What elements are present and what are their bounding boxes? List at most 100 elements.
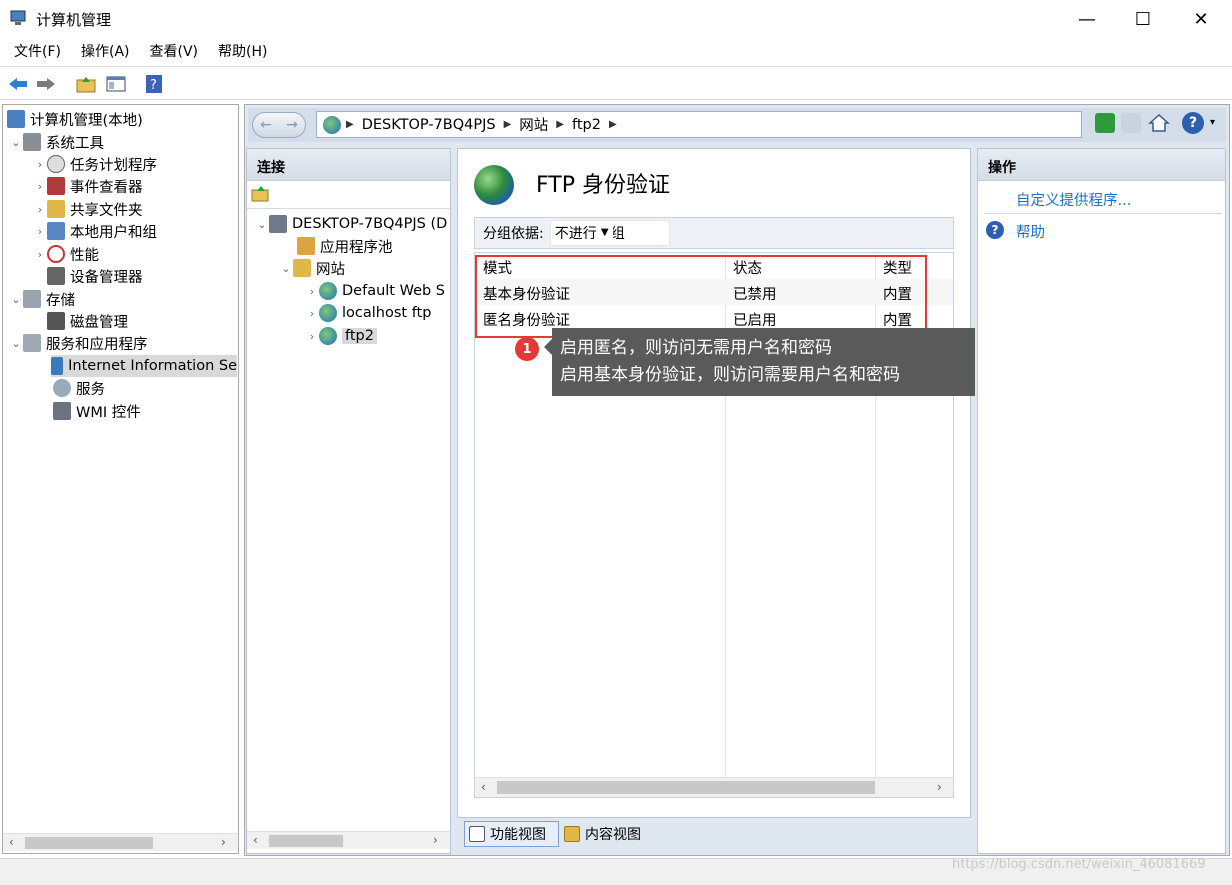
chevron-down-icon[interactable]: ⌄ — [255, 218, 269, 231]
help-icon[interactable]: ? — [1182, 112, 1204, 134]
chevron-right-icon[interactable]: › — [33, 203, 47, 216]
menu-help[interactable]: 帮助(H) — [208, 38, 277, 66]
globe-icon — [319, 282, 337, 300]
scrollbar-thumb[interactable] — [269, 835, 343, 847]
scrollbar-thumb[interactable] — [25, 837, 153, 849]
divider — [984, 213, 1222, 214]
actions-header: 操作 — [978, 149, 1225, 181]
conn-item-site-localhost-ftp[interactable]: › localhost ftp — [305, 302, 431, 324]
breadcrumb-separator-icon[interactable]: ▶ — [556, 119, 564, 130]
chevron-down-icon[interactable]: ⌄ — [9, 337, 23, 350]
horizontal-scrollbar[interactable]: ‹ › — [3, 833, 238, 851]
tools-icon — [23, 133, 41, 151]
window-title: 计算机管理 — [36, 11, 112, 29]
tab-features-view[interactable]: 功能视图 — [464, 821, 559, 847]
close-button[interactable]: ✕ — [1172, 0, 1230, 38]
tree-item-disk-management[interactable]: 磁盘管理 — [47, 310, 128, 332]
home-icon[interactable] — [1148, 112, 1170, 134]
scroll-left-icon[interactable]: ‹ — [253, 833, 258, 847]
disk-icon — [47, 312, 65, 330]
conn-item-site-ftp2[interactable]: › ftp2 — [305, 325, 377, 347]
scroll-right-icon[interactable]: › — [937, 780, 942, 794]
custom-provider-link[interactable]: 自定义提供程序... — [1016, 189, 1131, 210]
help-icon[interactable]: ? — [142, 73, 166, 95]
conn-item-sites[interactable]: ⌄ 网站 — [279, 257, 345, 279]
services-apps-icon — [23, 334, 41, 352]
server-icon — [269, 215, 287, 233]
breadcrumb-separator-icon[interactable]: ▶ — [609, 119, 617, 130]
tree-item-services[interactable]: 服务 — [53, 377, 105, 399]
breadcrumb-host[interactable]: DESKTOP-7BQ4PJS — [362, 117, 496, 133]
tree-item-device-manager[interactable]: 设备管理器 — [47, 265, 143, 287]
tree-item-performance[interactable]: › 性能 — [33, 243, 99, 265]
chevron-right-icon[interactable]: › — [33, 180, 47, 193]
conn-item-app-pools[interactable]: 应用程序池 — [297, 235, 393, 257]
conn-item-host[interactable]: ⌄ DESKTOP-7BQ4PJS (D — [255, 213, 450, 235]
chevron-down-icon[interactable]: ⌄ — [9, 293, 23, 306]
chevron-down-icon[interactable]: ⌄ — [279, 262, 293, 275]
help-dropdown-icon[interactable]: ▾ — [1210, 117, 1215, 128]
tree-item-event-viewer[interactable]: › 事件查看器 — [33, 175, 143, 197]
chevron-right-icon[interactable]: › — [33, 158, 47, 171]
chevron-right-icon[interactable]: › — [305, 285, 319, 298]
chevron-right-icon[interactable]: › — [305, 307, 319, 320]
stop-icon[interactable] — [1121, 113, 1141, 133]
forward-arrow-icon[interactable] — [34, 73, 58, 95]
clock-icon — [47, 155, 65, 173]
scroll-left-icon[interactable]: ‹ — [9, 835, 14, 849]
tree-item-local-users[interactable]: › 本地用户和组 — [33, 220, 157, 242]
scroll-right-icon[interactable]: › — [221, 835, 226, 849]
tree-item-wmi[interactable]: WMI 控件 — [53, 400, 141, 422]
tree-item-task-scheduler[interactable]: › 任务计划程序 — [33, 153, 157, 175]
dropdown-arrow-icon[interactable]: ▼ — [596, 223, 613, 243]
performance-icon — [47, 245, 65, 263]
minimize-button[interactable]: — — [1058, 0, 1116, 38]
maximize-button[interactable]: ☐ — [1114, 0, 1172, 38]
horizontal-scrollbar[interactable]: ‹ › — [247, 831, 450, 849]
tree-item-services-apps[interactable]: ⌄ 服务和应用程序 — [9, 332, 148, 354]
chevron-right-icon[interactable]: › — [305, 330, 319, 343]
globe-icon — [474, 165, 514, 205]
conn-item-site-default[interactable]: › Default Web S — [305, 280, 450, 302]
show-hide-tree-icon[interactable] — [104, 73, 128, 95]
iis-icon — [51, 357, 64, 375]
storage-icon — [23, 290, 41, 308]
connect-icon[interactable] — [251, 185, 271, 205]
users-icon — [47, 222, 65, 240]
computer-management-icon — [10, 10, 28, 26]
breadcrumb-separator-icon[interactable]: ▶ — [504, 119, 512, 130]
chevron-down-icon[interactable]: ⌄ — [9, 136, 23, 149]
tree-item-iis[interactable]: Internet Information Se — [51, 355, 237, 377]
breadcrumb-separator-icon[interactable]: ▶ — [346, 119, 354, 130]
tab-content-view[interactable]: 内容视图 — [562, 821, 657, 847]
chevron-right-icon[interactable]: › — [33, 225, 47, 238]
back-arrow-icon[interactable]: ← — [260, 117, 272, 133]
svg-text:?: ? — [150, 78, 157, 93]
up-folder-icon[interactable] — [74, 73, 98, 95]
scroll-right-icon[interactable]: › — [433, 833, 438, 847]
help-icon[interactable]: ? — [986, 221, 1004, 239]
tree-item-shared-folders[interactable]: › 共享文件夹 — [33, 198, 143, 220]
back-forward-buttons[interactable]: ← → — [252, 112, 306, 138]
back-arrow-icon[interactable] — [6, 73, 30, 95]
event-viewer-icon — [47, 177, 65, 195]
breadcrumb-sites[interactable]: 网站 — [519, 114, 548, 135]
help-link[interactable]: 帮助 — [1016, 221, 1045, 242]
horizontal-scrollbar[interactable]: ‹ › — [475, 777, 953, 797]
toolbar: ? — [0, 66, 1232, 100]
tree-item-root[interactable]: 计算机管理(本地) — [7, 108, 143, 130]
menu-action[interactable]: 操作(A) — [71, 38, 140, 66]
menu-view[interactable]: 查看(V) — [140, 38, 209, 66]
scrollbar-thumb[interactable] — [497, 781, 875, 794]
breadcrumb-site[interactable]: ftp2 — [572, 117, 601, 133]
scroll-left-icon[interactable]: ‹ — [481, 780, 486, 794]
refresh-icon[interactable] — [1095, 113, 1115, 133]
chevron-right-icon[interactable]: › — [33, 248, 47, 261]
content-view-icon — [564, 826, 580, 842]
tree-item-storage[interactable]: ⌄ 存储 — [9, 288, 75, 310]
forward-arrow-icon[interactable]: → — [286, 117, 298, 133]
menu-file[interactable]: 文件(F) — [4, 38, 71, 66]
group-by-select[interactable]: 不进行分组 ▼ — [549, 220, 670, 246]
tree-item-system-tools[interactable]: ⌄ 系统工具 — [9, 131, 104, 153]
address-breadcrumb[interactable]: ▶ DESKTOP-7BQ4PJS ▶ 网站 ▶ ftp2 ▶ — [316, 111, 1082, 138]
